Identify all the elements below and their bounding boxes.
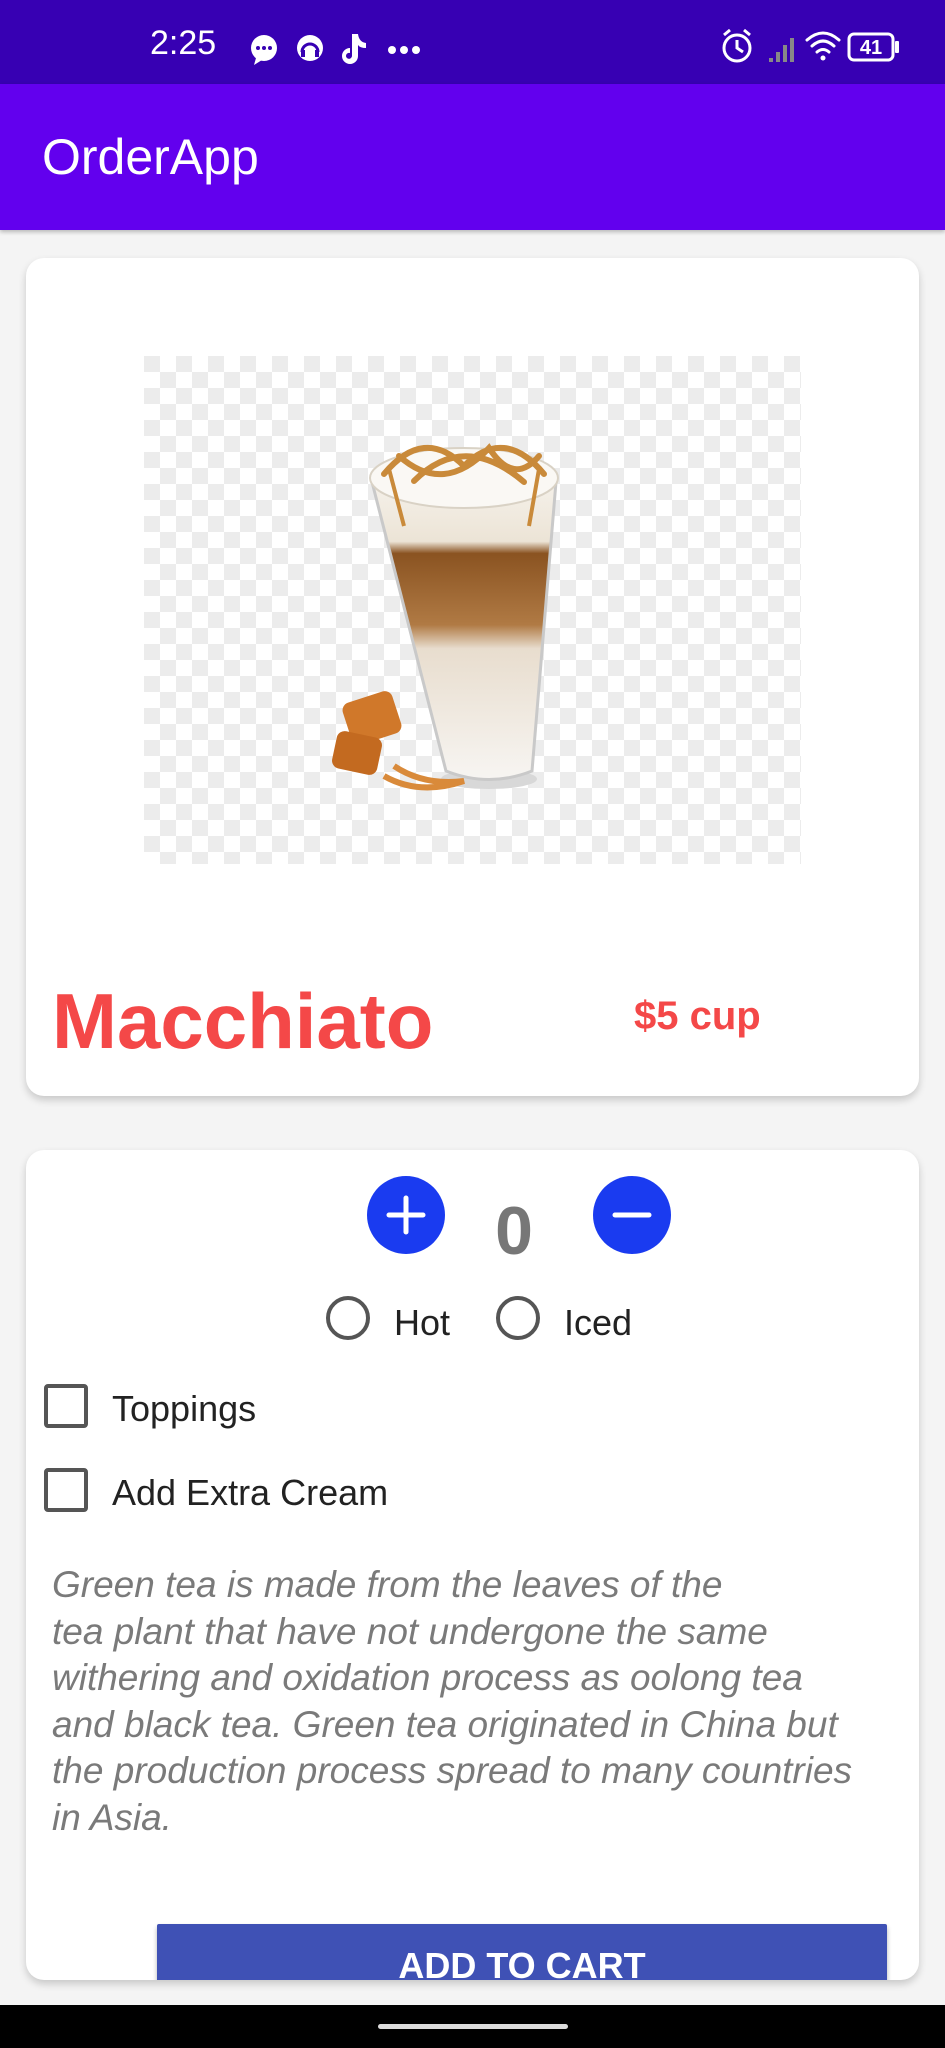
status-time: 2:25 — [150, 24, 217, 62]
quantity-value: 0 — [495, 1193, 533, 1269]
wifi-icon — [805, 31, 841, 61]
app-bar: OrderApp — [0, 84, 945, 230]
hot-radio[interactable] — [326, 1296, 370, 1340]
iced-label[interactable]: Iced — [564, 1302, 632, 1344]
toppings-label[interactable]: Toppings — [112, 1388, 256, 1430]
status-system-icons: 41 — [722, 28, 899, 63]
more-dots-icon — [388, 46, 420, 54]
home-indicator[interactable] — [378, 2024, 568, 2029]
order-options-card: 0 Hot Iced Toppings Add Extra Cream Gree… — [26, 1150, 919, 1980]
extra-cream-label[interactable]: Add Extra Cream — [112, 1472, 388, 1514]
chat-icon — [251, 35, 277, 65]
macchiato-glass-image — [144, 356, 801, 864]
headset-app-icon — [297, 35, 323, 61]
product-description: Green tea is made from the leaves of the… — [52, 1564, 853, 1838]
extra-cream-checkbox[interactable] — [44, 1468, 88, 1512]
status-app-icons — [251, 34, 420, 65]
toppings-checkbox[interactable] — [44, 1384, 88, 1428]
product-card: Macchiato $5 cup — [26, 258, 919, 1096]
decrease-quantity-button[interactable] — [593, 1176, 671, 1254]
status-bar: 2:25 41 — [0, 0, 945, 84]
product-price: $5 cup — [634, 994, 761, 1038]
alarm-icon — [722, 28, 752, 63]
navigation-bar — [0, 2005, 945, 2048]
add-to-cart-button[interactable]: ADD TO CART — [157, 1924, 887, 1980]
iced-radio[interactable] — [496, 1296, 540, 1340]
signal-icon — [769, 38, 794, 62]
hot-label[interactable]: Hot — [394, 1302, 450, 1344]
battery-icon: 41 — [847, 32, 899, 62]
app-title: OrderApp — [42, 129, 259, 185]
tiktok-icon — [342, 34, 366, 64]
add-to-cart-label: ADD TO CART — [398, 1945, 646, 1981]
plus-icon — [386, 1195, 426, 1235]
minus-icon — [612, 1212, 652, 1218]
product-name: Macchiato — [52, 977, 434, 1065]
increase-quantity-button[interactable] — [367, 1176, 445, 1254]
battery-level: 41 — [860, 37, 882, 59]
